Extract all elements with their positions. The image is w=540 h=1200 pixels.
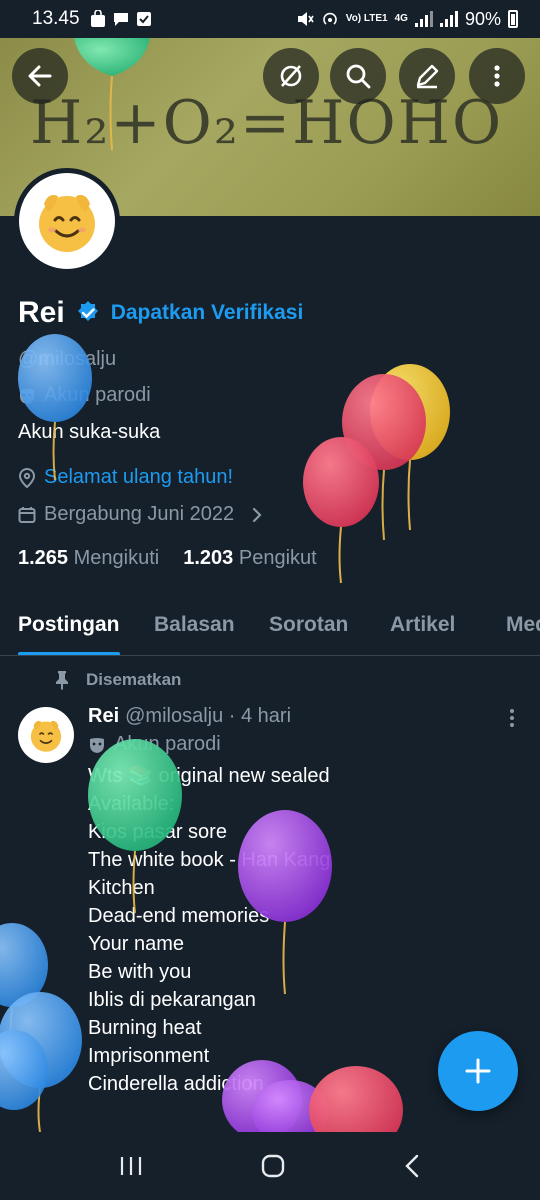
tab-balasan[interactable]: Balasan (154, 596, 235, 655)
following-count: 1.265 (18, 547, 69, 569)
balloon-red-1 (342, 374, 426, 541)
followers-label: Pengikut (238, 547, 317, 569)
parody-mask-icon (20, 388, 34, 404)
network-type: 4G (394, 13, 408, 24)
profile-joined: Bergabung Juni 2022 (18, 503, 264, 526)
parody-mask-icon (90, 737, 104, 753)
plus-icon (465, 1058, 491, 1084)
grok-icon (280, 65, 302, 87)
profile-avatar[interactable] (14, 168, 120, 274)
post-parody-label: Akun parodi (88, 733, 221, 756)
smiling-face-avatar-icon (39, 195, 95, 252)
nav-home-icon[interactable] (260, 1153, 286, 1179)
checkbox-icon (136, 12, 151, 26)
location-pin-icon (18, 467, 36, 488)
location-text[interactable]: Selamat ulang tahun! (44, 466, 233, 489)
status-bar: 13.45 Vo) LTE1 4G 90% (0, 0, 540, 38)
back-button[interactable] (12, 48, 68, 104)
status-time: 13.45 (32, 8, 80, 29)
following-stat[interactable]: 1.265 Mengikuti (18, 547, 159, 570)
verified-badge-icon[interactable] (75, 300, 101, 326)
post-more-button[interactable] (508, 708, 516, 733)
system-nav-bar (0, 1132, 540, 1200)
follow-stats: 1.265 Mengikuti 1.203 Pengikut (18, 547, 317, 570)
more-options-button[interactable] (469, 48, 525, 104)
post-author-name[interactable]: Rei (88, 705, 119, 728)
profile-bio: Akun suka-suka (18, 421, 161, 443)
post-meta: @milosalju · 4 hari (125, 705, 292, 727)
balloon-blue-left-1 (0, 923, 48, 1068)
pin-icon (56, 671, 68, 690)
tab-sorotan[interactable]: Sorotan (269, 596, 348, 655)
chevron-right-icon[interactable] (250, 506, 264, 524)
balloon-blue-left-3 (0, 1030, 48, 1110)
more-vertical-icon (494, 65, 500, 87)
signal-icon-2 (439, 11, 458, 27)
shopping-bag-icon (90, 10, 105, 27)
profile-tabs: Postingan Balasan Sorotan Artikel Media (0, 596, 540, 656)
search-icon (346, 64, 371, 89)
joined-text: Bergabung Juni 2022 (44, 503, 235, 525)
nav-recents-icon[interactable] (118, 1154, 144, 1178)
back-arrow-icon (28, 65, 52, 87)
parody-label: Akun parodi (18, 384, 151, 407)
post-author-avatar[interactable] (18, 707, 74, 763)
edit-button[interactable] (399, 48, 455, 104)
following-label: Mengikuti (73, 547, 160, 569)
profile-name: Rei (18, 296, 65, 329)
grok-button[interactable] (263, 48, 319, 104)
tab-postingan[interactable]: Postingan (18, 596, 120, 655)
nav-back-icon[interactable] (402, 1153, 422, 1179)
profile-name-row: Rei Dapatkan Verifikasi (18, 296, 303, 330)
more-vertical-icon (510, 709, 514, 727)
followers-stat[interactable]: 1.203 Pengikut (183, 547, 316, 570)
status-right: Vo) LTE1 4G 90% (296, 9, 518, 30)
signal-icon (414, 11, 433, 27)
post-header: Rei @milosalju · 4 hari (88, 705, 291, 728)
pinned-label: Disematkan (86, 670, 182, 689)
get-verified-link[interactable]: Dapatkan Verifikasi (111, 301, 304, 325)
calendar-icon (18, 506, 36, 523)
volte-indicator: Vo) LTE1 (345, 13, 388, 24)
hotspot-icon (323, 12, 337, 25)
profile-location: Selamat ulang tahun! (18, 466, 233, 489)
battery-percent: 90% (464, 8, 501, 29)
post-parody-text: Akun parodi (114, 733, 221, 755)
battery-icon (508, 10, 518, 28)
smiling-face-avatar-icon (30, 720, 62, 752)
post-body[interactable]: Wts 📚 original new sealed Available: Kio… (88, 762, 330, 1098)
edit-icon (416, 64, 439, 89)
pinned-indicator: Disematkan (54, 670, 181, 690)
compose-post-button[interactable] (438, 1031, 518, 1111)
balloon-blue-left-2 (0, 992, 82, 1132)
notification-icons (90, 10, 152, 28)
tab-media[interactable]: Media (506, 596, 540, 655)
search-button[interactable] (330, 48, 386, 104)
mute-icon (297, 12, 314, 26)
profile-handle: @milosalju (18, 348, 117, 370)
balloon-yellow (370, 364, 450, 531)
followers-count: 1.203 (183, 547, 234, 569)
parody-text: Akun parodi (44, 384, 151, 406)
chat-bubble-icon (113, 13, 128, 26)
tab-artikel[interactable]: Artikel (390, 596, 455, 655)
